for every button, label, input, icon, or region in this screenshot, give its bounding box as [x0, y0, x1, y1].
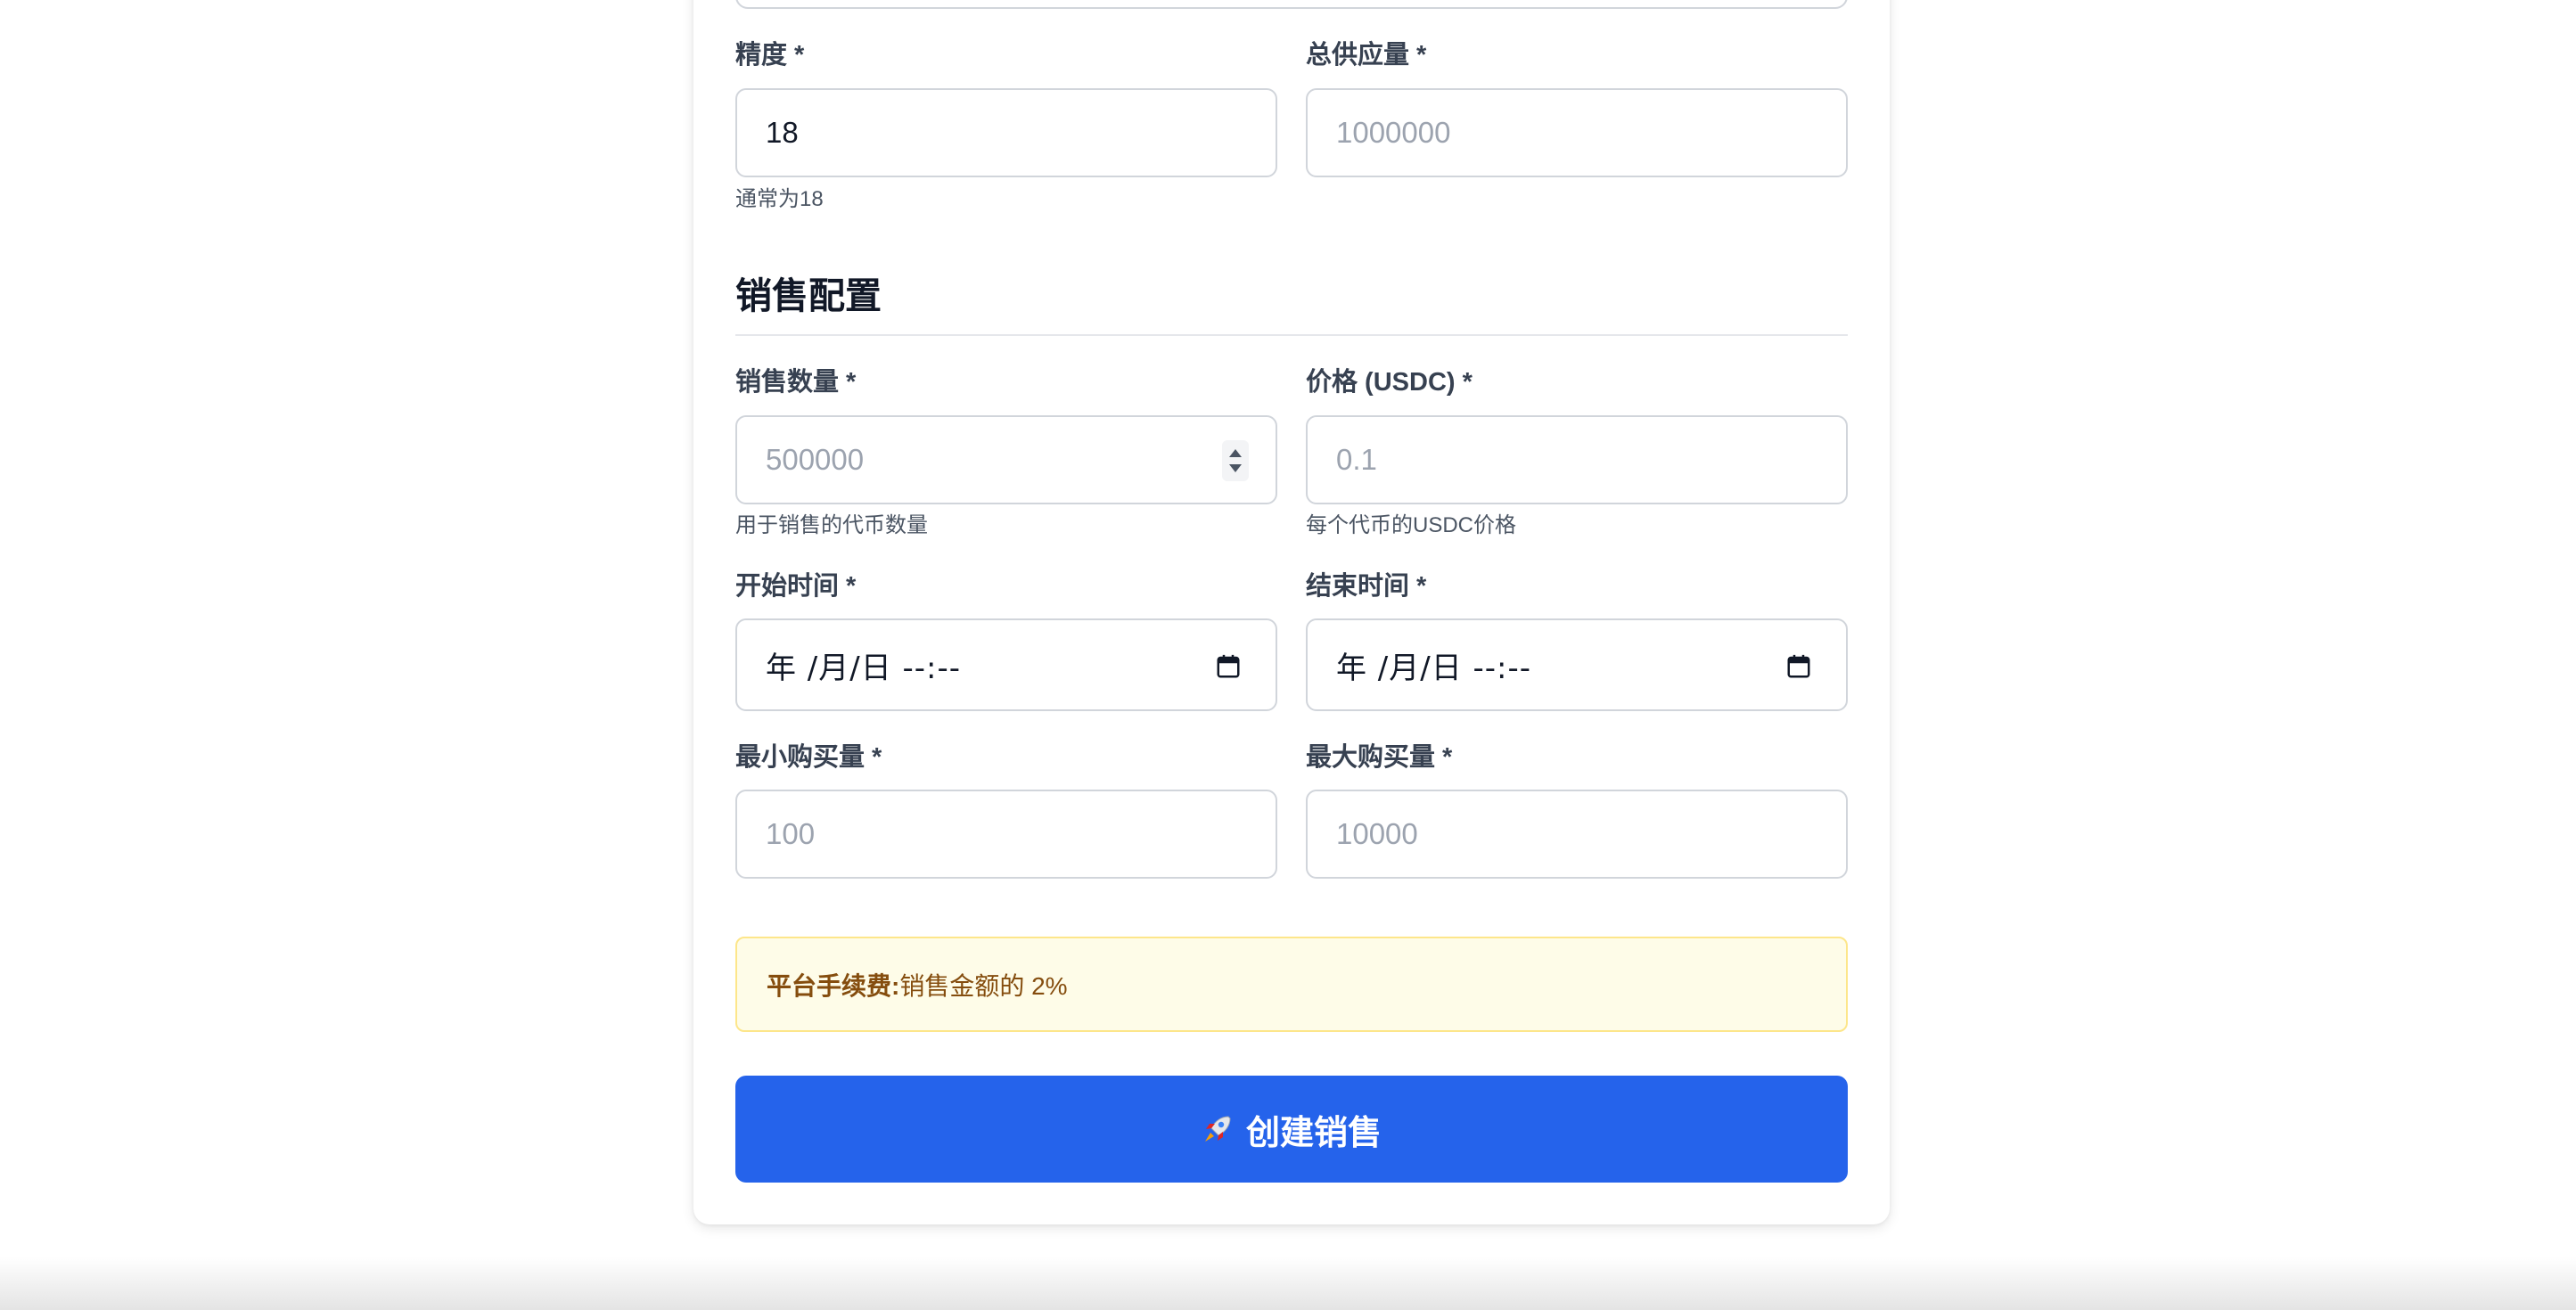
end-time-field[interactable]: 年 /月/日 --:--	[1306, 618, 1848, 711]
price-field[interactable]	[1306, 415, 1848, 504]
min-purchase-input[interactable]	[766, 791, 1247, 877]
price-input[interactable]	[1336, 417, 1817, 503]
min-purchase-label: 最小购买量 *	[735, 743, 882, 772]
max-purchase-label: 最大购买量 *	[1306, 743, 1453, 772]
total-supply-label: 总供应量 *	[1306, 41, 1427, 70]
rocket-icon	[1204, 1116, 1231, 1142]
sale-amount-field[interactable]	[735, 415, 1277, 504]
create-sale-button[interactable]: 创建销售	[735, 1076, 1848, 1183]
sale-amount-hint: 用于销售的代币数量	[735, 513, 928, 537]
price-label: 价格 (USDC) *	[1306, 368, 1473, 397]
calendar-icon[interactable]	[1785, 653, 1812, 680]
page: 精度 * 通常为18 总供应量 * 销售配置 销售数量 * 用于销售的代币数量 …	[0, 0, 2576, 1310]
total-supply-input[interactable]	[1336, 90, 1817, 176]
total-supply-field[interactable]	[1306, 88, 1848, 177]
create-sale-label: 创建销售	[1245, 1114, 1382, 1152]
decimals-field[interactable]	[735, 88, 1277, 177]
end-time-value[interactable]: 年 /月/日 --:--	[1336, 643, 1531, 687]
min-purchase-field[interactable]	[735, 790, 1277, 879]
calendar-icon[interactable]	[1215, 653, 1242, 680]
max-purchase-field[interactable]	[1306, 790, 1848, 879]
stepper-down-icon[interactable]	[1229, 464, 1242, 472]
max-purchase-input[interactable]	[1336, 791, 1817, 877]
price-hint: 每个代币的USDC价格	[1306, 513, 1517, 537]
start-time-label: 开始时间 *	[735, 572, 857, 601]
start-time-value[interactable]: 年 /月/日 --:--	[766, 643, 961, 687]
section-divider	[735, 334, 1848, 336]
sale-amount-input[interactable]	[766, 417, 1247, 503]
sale-amount-label: 销售数量 *	[735, 368, 857, 397]
number-stepper[interactable]	[1222, 440, 1249, 481]
start-time-field[interactable]: 年 /月/日 --:--	[735, 618, 1277, 711]
stepper-up-icon[interactable]	[1229, 449, 1242, 457]
platform-fee-label: 平台手续费:	[767, 971, 900, 1000]
decimals-hint: 通常为18	[735, 187, 824, 211]
sale-config-heading: 销售配置	[735, 275, 882, 316]
decimals-input[interactable]	[766, 90, 1247, 176]
platform-fee-text: 销售金额的 2%	[899, 971, 1068, 1000]
bottom-shadow	[0, 1257, 2576, 1310]
end-time-label: 结束时间 *	[1306, 572, 1427, 601]
platform-fee-notice: 平台手续费: 销售金额的 2%	[735, 937, 1848, 1032]
create-sale-card	[693, 0, 1890, 1224]
decimals-label: 精度 *	[735, 41, 805, 70]
previous-field-edge[interactable]	[735, 0, 1848, 9]
